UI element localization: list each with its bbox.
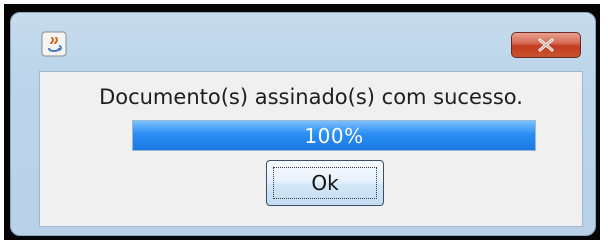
ok-focus-ring: Ok [273,167,377,199]
java-icon [41,31,67,57]
success-message: Documento(s) assinado(s) com sucesso. [99,85,523,109]
ok-button[interactable]: Ok [266,160,384,206]
close-icon [537,38,555,52]
title-bar[interactable] [11,13,595,69]
dialog-content: Documento(s) assinado(s) com sucesso. 10… [39,71,583,227]
close-button[interactable] [511,32,581,58]
dialog-window: Documento(s) assinado(s) com sucesso. 10… [10,12,596,236]
progress-bar: 100% [132,120,536,151]
ok-button-label: Ok [311,171,339,195]
progress-label: 100% [304,123,364,148]
